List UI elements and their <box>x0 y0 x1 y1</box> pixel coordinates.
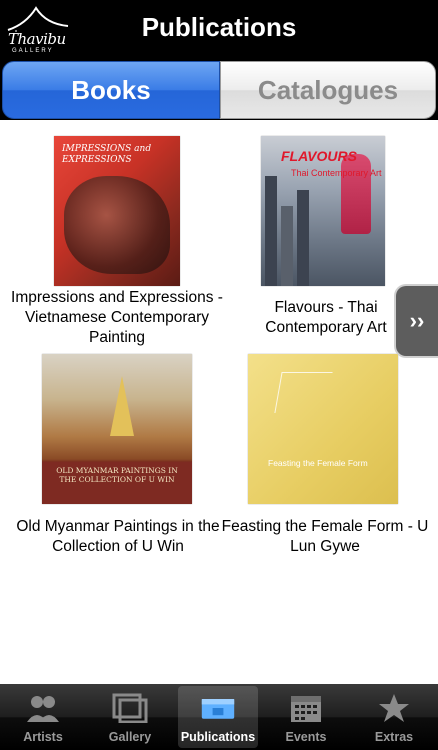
tab-label: Gallery <box>108 730 152 744</box>
page-title: Publications <box>141 12 297 42</box>
tab-bar: Artists Gallery Publications Events Extr… <box>0 684 438 750</box>
book-cover[interactable]: OLD MYANMAR PAINTINGS IN THE COLLECTION … <box>42 354 192 504</box>
gallery-icon <box>112 692 148 724</box>
events-icon <box>288 692 324 724</box>
double-chevron-right-icon: ›› <box>409 308 425 333</box>
tab-extras[interactable]: Extras <box>354 686 434 748</box>
cover-figure <box>341 154 371 234</box>
cover-building <box>281 206 293 286</box>
cover-title: Feasting the Female Form <box>268 458 368 468</box>
artists-icon <box>25 692 61 724</box>
book-title[interactable]: Flavours - Thai Contemporary Art <box>236 298 416 338</box>
segment-catalogues[interactable]: Catalogues <box>220 61 436 119</box>
cover-building <box>265 176 277 286</box>
logo-subtitle: GALLERY <box>12 48 54 54</box>
cover-title: OLD MYANMAR PAINTINGS IN THE COLLECTION … <box>56 466 178 484</box>
book-cover[interactable]: IMPRESSIONS and EXPRESSIONS <box>54 136 180 286</box>
book-cover[interactable]: Feasting the Female Form <box>248 354 398 504</box>
cover-signature <box>274 372 333 413</box>
cover-pagoda <box>110 376 134 436</box>
segmented-control: Books Catalogues <box>0 60 438 120</box>
tab-gallery[interactable]: Gallery <box>90 686 170 748</box>
cover-title: FLAVOURS <box>281 148 357 164</box>
tab-label: Extras <box>374 730 414 744</box>
cover-artwork <box>64 176 170 274</box>
next-page-button[interactable]: ›› <box>394 284 438 358</box>
tab-label: Events <box>285 730 327 744</box>
cover-building <box>297 190 309 286</box>
tab-label: Publications <box>180 730 256 744</box>
tab-events[interactable]: Events <box>266 686 346 748</box>
book-cover[interactable]: FLAVOURS Thai Contemporary Art <box>261 136 385 286</box>
tab-artists[interactable]: Artists <box>3 686 83 748</box>
cover-title: IMPRESSIONS and EXPRESSIONS <box>62 144 152 165</box>
book-title[interactable]: Impressions and Expressions - Vietnamese… <box>6 288 228 348</box>
tab-publications[interactable]: Publications <box>178 686 258 748</box>
cover-subtitle: Thai Contemporary Art <box>291 168 382 178</box>
navigation-bar: Thavibu GALLERY Publications <box>0 0 438 60</box>
book-title[interactable]: Old Myanmar Paintings in the Collection … <box>14 517 222 557</box>
publications-icon <box>200 692 236 724</box>
tab-label: Artists <box>23 730 63 744</box>
segment-books[interactable]: Books <box>2 61 220 119</box>
extras-icon <box>376 692 412 724</box>
book-title[interactable]: Feasting the Female Form - U Lun Gywe <box>216 517 434 557</box>
